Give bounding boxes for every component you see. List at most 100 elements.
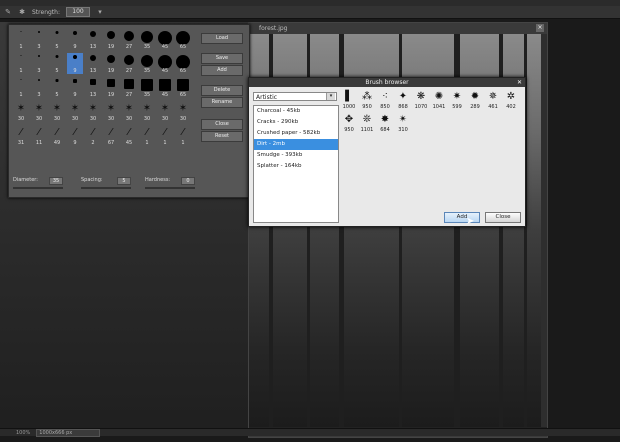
brush-preset[interactable]: ⁄ 11 [31,125,47,146]
brush-thumbnail[interactable]: ⁖ 850 [376,92,394,112]
brush-preset[interactable]: 65 [175,53,191,74]
settings-icon[interactable]: ✱ [18,8,26,16]
brush-preset[interactable]: 35 [139,77,155,98]
brush-thumbnail[interactable]: ❋ 1070 [412,92,430,112]
brush-size-label: 45 [161,92,169,98]
brush-pack-item[interactable]: Splatter - 164kb [254,161,338,172]
slider-track[interactable] [81,187,131,189]
brush-preset[interactable]: 45 [157,77,173,98]
brush-add-button[interactable]: Add [201,65,243,76]
brush-preset[interactable]: 65 [175,29,191,50]
add-button[interactable]: Add [444,212,480,223]
brush-preset[interactable]: ⁄ 67 [103,125,119,146]
brush-preset[interactable]: 5 [49,29,65,50]
brush-preset[interactable]: 27 [121,77,137,98]
brush-preset[interactable]: 35 [139,29,155,50]
brush-preset[interactable]: 3 [31,77,47,98]
brush-preset[interactable]: 19 [103,53,119,74]
close-button[interactable]: Close [485,212,521,223]
brush-preset[interactable]: ⁄ 31 [13,125,29,146]
brush-thumbnail[interactable]: ▌ 1000 [340,92,358,112]
brush-preset[interactable]: 3 [31,53,47,74]
brush-preset[interactable]: 9 [67,77,83,98]
brush-preset[interactable]: ⁄ 1 [175,125,191,146]
brush-preset[interactable]: 65 [175,77,191,98]
brush-preset[interactable]: 9 [67,29,83,50]
slider-track[interactable] [13,187,63,189]
close-icon[interactable]: ✕ [516,79,523,86]
brush-preset[interactable]: ⁄ 49 [49,125,65,146]
category-select[interactable]: Artistic ▾ [253,92,337,101]
brush-thumbnail[interactable]: ✦ 868 [394,92,412,112]
brush-preset[interactable]: 19 [103,29,119,50]
brush-pack-item[interactable]: Dirt - 2mb [254,139,338,150]
brush-preset[interactable]: ⁄ 1 [157,125,173,146]
brush-load-button[interactable]: Load [201,33,243,44]
brush-preset[interactable]: ✶ 30 [103,101,119,122]
brush-preset[interactable]: ✶ 30 [31,101,47,122]
brush-preset[interactable]: ✶ 30 [139,101,155,122]
brush-preset[interactable]: 5 [49,53,65,74]
brush-thumbnail[interactable]: ✸ 684 [376,115,394,135]
brush-save-button[interactable]: Save [201,53,243,64]
brush-preset[interactable]: 1 [13,53,29,74]
brush-preset[interactable]: ✶ 30 [49,101,65,122]
brush-preset[interactable]: ✶ 30 [85,101,101,122]
brush-preset[interactable]: 45 [157,53,173,74]
slider-value-input[interactable]: 0 [181,177,195,185]
brush-thumbnail[interactable]: ✲ 402 [502,92,520,112]
brush-shape-icon [90,31,96,37]
brush-pack-item[interactable]: Cracks - 290kb [254,117,338,128]
close-icon[interactable]: × [536,24,544,32]
brush-close-button[interactable]: Close [201,119,243,130]
chevron-down-icon[interactable]: ▾ [96,8,104,16]
brush-preset[interactable]: 27 [121,53,137,74]
brush-thumbnail[interactable]: ✵ 461 [484,92,502,112]
vertical-scrollbar[interactable] [541,34,547,428]
brush-preset[interactable]: ✶ 30 [121,101,137,122]
brush-icon[interactable]: ✎ [4,8,12,16]
brush-preset[interactable]: ⁄ 45 [121,125,137,146]
brush-thumbnail[interactable]: ❊ 1101 [358,115,376,135]
brush-preset[interactable]: ⁄ 2 [85,125,101,146]
brush-rename-button[interactable]: Rename [201,97,243,108]
brush-preset[interactable]: 13 [85,77,101,98]
slider-track[interactable] [145,187,195,189]
strength-input[interactable]: 100 [65,7,90,17]
brush-thumbnail[interactable]: ✷ 599 [448,92,466,112]
brush-pack-item[interactable]: Smudge - 393kb [254,150,338,161]
brush-preset[interactable]: ⁄ 9 [67,125,83,146]
brush-thumbnail[interactable]: ⁂ 950 [358,92,376,112]
brush-pack-item[interactable]: Crushed paper - 582kb [254,128,338,139]
brush-preset[interactable]: 19 [103,77,119,98]
brush-preset[interactable]: 1 [13,29,29,50]
brush-thumbnail[interactable]: ✥ 950 [340,115,358,135]
chevron-down-icon[interactable]: ▾ [326,93,335,100]
brush-sliders: Diameter: 35 Spacing: 5 Hardness: 0 [13,177,245,193]
slider-value-input[interactable]: 35 [49,177,63,185]
brush-preset[interactable]: 5 [49,77,65,98]
brush-preset[interactable]: 27 [121,29,137,50]
brush-preset[interactable]: 35 [139,53,155,74]
brush-thumbnail[interactable]: ✹ 289 [466,92,484,112]
brush-preset[interactable]: 13 [85,29,101,50]
brush-thumbnail[interactable]: ✴ 310 [394,115,412,135]
brush-pack-item[interactable]: Charcoal - 45kb [254,106,338,117]
brush-preset[interactable]: ✶ 30 [175,101,191,122]
brush-preset[interactable]: 13 [85,53,101,74]
brush-thumbnail[interactable]: ✺ 1041 [430,92,448,112]
brush-preset[interactable]: 3 [31,29,47,50]
slider-value-input[interactable]: 5 [117,177,131,185]
brush-preset[interactable]: 45 [157,29,173,50]
brush-size-label: 30 [179,116,187,122]
brush-preset[interactable]: ✶ 30 [157,101,173,122]
brush-grid: 1 3 5 9 13 19 27 35 45 65 1 3 5 9 13 19 27 35 45 65 1 3 5 9 13 19… [13,29,197,169]
brush-preset[interactable]: ✶ 30 [13,101,29,122]
brush-reset-button[interactable]: Reset [201,131,243,142]
brush-size-label: 35 [143,44,151,50]
brush-delete-button[interactable]: Delete [201,85,243,96]
brush-preset[interactable]: ⁄ 1 [139,125,155,146]
brush-preset[interactable]: 1 [13,77,29,98]
brush-preset[interactable]: 9 [67,53,83,74]
brush-preset[interactable]: ✶ 30 [67,101,83,122]
